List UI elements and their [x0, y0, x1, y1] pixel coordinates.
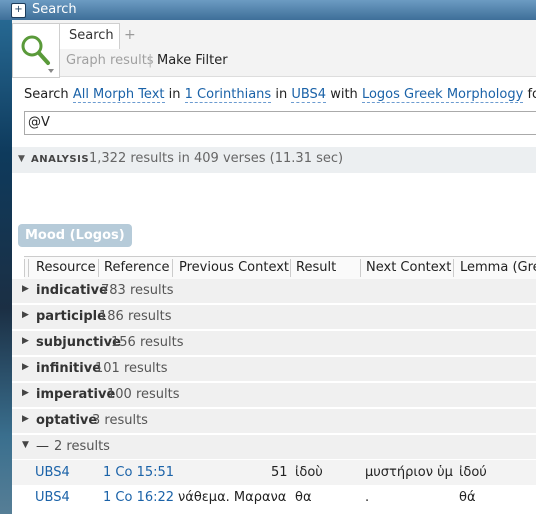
column-lemma[interactable]: Lemma (Gre — [460, 260, 536, 275]
cell-resource[interactable]: UBS4 — [35, 490, 70, 505]
group-row-subjunctive[interactable]: ▶ subjunctive 156 results — [12, 331, 536, 357]
group-name: subjunctive — [36, 335, 121, 350]
column-separator[interactable] — [172, 259, 173, 277]
window-title: Search — [32, 2, 77, 17]
group-count: 101 results — [95, 361, 168, 376]
search-toolbar: Search + Graph results | Make Filter — [12, 20, 536, 78]
table-row[interactable]: UBS4 1 Co 15:51 51 ἰδοὺ μυστήριον ὑμ ἰδο… — [12, 460, 536, 485]
group-count: 186 results — [99, 309, 172, 324]
group-count: 156 results — [111, 335, 184, 350]
group-row-infinitive[interactable]: ▶ infinitive 101 results — [12, 357, 536, 383]
book-link[interactable]: 1 Corinthians — [184, 87, 272, 103]
mood-group-chip[interactable]: Mood (Logos) — [18, 224, 132, 247]
column-resource[interactable]: Resource — [36, 260, 96, 275]
group-name: infinitive — [36, 361, 102, 376]
group-row-optative[interactable]: ▶ optative 3 results — [12, 409, 536, 435]
expand-arrow-icon[interactable]: ▶ — [22, 362, 29, 372]
search-input[interactable] — [28, 114, 528, 131]
group-count: 100 results — [107, 387, 180, 402]
edition-link[interactable]: UBS4 — [291, 87, 327, 103]
column-separator[interactable] — [290, 259, 291, 277]
collapse-arrow-icon[interactable]: ▼ — [18, 154, 25, 164]
morphology-link[interactable]: Logos Greek Morphology — [361, 87, 524, 103]
title-bar: + Search — [0, 0, 536, 20]
search-field[interactable] — [24, 111, 536, 135]
cell-result: ἰδοὺ — [295, 465, 323, 480]
toolbar-separator: | — [148, 53, 153, 68]
group-name: indicative — [36, 283, 108, 298]
search-app-icon: + — [11, 3, 26, 18]
group-count: 783 results — [101, 283, 174, 298]
cell-previous-context: 51 — [271, 465, 288, 480]
column-separator[interactable] — [360, 259, 361, 277]
group-row-indicative[interactable]: ▶ indicative 783 results — [12, 279, 536, 305]
group-row-participle[interactable]: ▶ participle 186 results — [12, 305, 536, 331]
column-previous-context[interactable]: Previous Context — [179, 260, 289, 275]
analysis-label: ANALYSIS — [31, 154, 90, 165]
column-separator[interactable] — [98, 259, 99, 277]
expand-arrow-icon[interactable]: ▶ — [22, 310, 29, 320]
search-panel: Search + Graph results | Make Filter Sea… — [12, 20, 536, 514]
cell-lemma: θά — [459, 490, 476, 505]
cell-reference[interactable]: 1 Co 16:22 — [103, 490, 174, 505]
cell-next-context: . — [365, 490, 370, 505]
cell-result: θα — [295, 490, 312, 505]
column-reference[interactable]: Reference — [104, 260, 169, 275]
expand-arrow-icon[interactable]: ▶ — [22, 336, 29, 346]
results-summary: 1,322 results in 409 verses (11.31 sec) — [89, 151, 344, 166]
group-name: — — [36, 439, 49, 454]
make-filter-button[interactable]: Make Filter — [157, 53, 228, 68]
group-name: imperative — [36, 387, 116, 402]
collapse-arrow-icon[interactable]: ▼ — [22, 440, 29, 450]
cell-lemma: ἰδού — [459, 465, 487, 480]
tab-search[interactable]: Search — [59, 23, 120, 49]
group-name: optative — [36, 413, 98, 428]
query-for: for — [527, 87, 536, 102]
group-count: 2 results — [54, 439, 110, 454]
column-separator[interactable] — [24, 259, 25, 277]
cell-next-context: μυστήριον ὑμ — [365, 465, 453, 480]
column-separator[interactable] — [28, 259, 29, 277]
table-row[interactable]: UBS4 1 Co 16:22 νάθεμα. Μαρανα θα . θά — [12, 485, 536, 510]
expand-arrow-icon[interactable]: ▶ — [22, 284, 29, 294]
tab-search-label: Search — [69, 28, 114, 43]
search-icon[interactable] — [12, 23, 60, 78]
query-prefix: Search — [24, 87, 69, 102]
cell-previous-context: νάθεμα. Μαρανα — [178, 490, 287, 505]
query-in-1: in — [168, 87, 181, 102]
group-row-imperative[interactable]: ▶ imperative 100 results — [12, 383, 536, 409]
cell-resource[interactable]: UBS4 — [35, 465, 70, 480]
query-in-2: in — [275, 87, 288, 102]
query-with: with — [330, 87, 358, 102]
group-name: participle — [36, 309, 106, 324]
column-result[interactable]: Result — [296, 260, 336, 275]
add-tab-button[interactable]: + — [124, 27, 136, 43]
cell-reference[interactable]: 1 Co 15:51 — [103, 465, 174, 480]
column-next-context[interactable]: Next Context — [366, 260, 451, 275]
expand-arrow-icon[interactable]: ▶ — [22, 414, 29, 424]
query-description: Search All Morph Text in 1 Corinthians i… — [24, 87, 536, 103]
group-count: 3 results — [92, 413, 148, 428]
column-header-row: Resource Reference Previous Context Resu… — [24, 256, 536, 280]
expand-arrow-icon[interactable]: ▶ — [22, 388, 29, 398]
analysis-bar[interactable]: ▼ ANALYSIS 1,322 results in 409 verses (… — [12, 147, 536, 173]
group-row-no-mood[interactable]: ▼ — 2 results — [12, 435, 536, 461]
column-separator[interactable] — [453, 259, 454, 277]
graph-results-button[interactable]: Graph results — [66, 53, 154, 68]
text-scope-link[interactable]: All Morph Text — [72, 87, 165, 103]
